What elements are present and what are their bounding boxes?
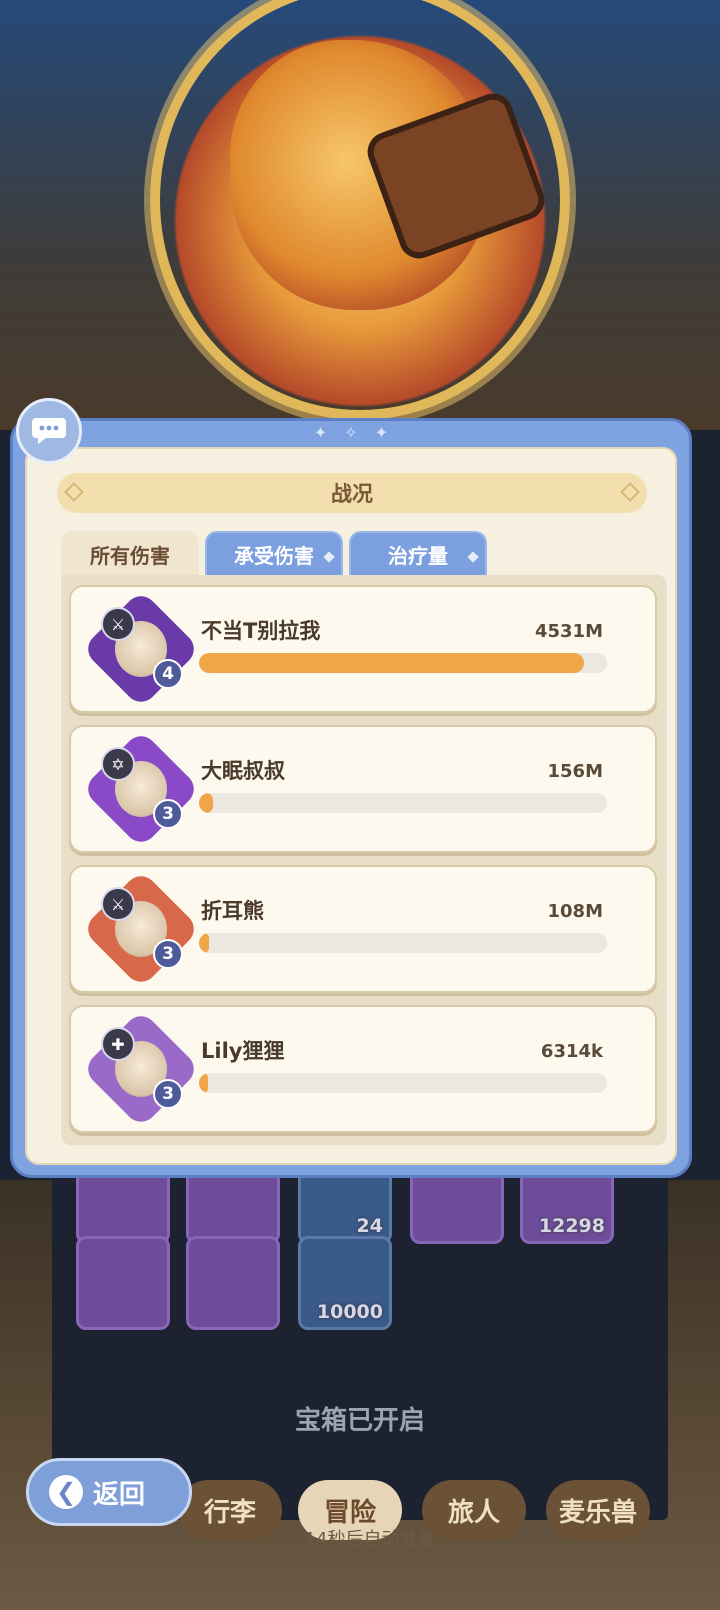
damage-bar-fill bbox=[199, 933, 209, 953]
back-button[interactable]: ❮ 返回 bbox=[26, 1458, 192, 1526]
damage-value: 4531M bbox=[534, 621, 603, 642]
item-count: 12298 bbox=[538, 1215, 605, 1237]
player-name: 不当T别拉我 bbox=[201, 619, 321, 643]
damage-value: 108M bbox=[547, 901, 604, 922]
player-name: 大眠叔叔 bbox=[201, 759, 285, 783]
level-badge: 3 bbox=[153, 799, 183, 829]
back-label: 返回 bbox=[93, 1479, 146, 1510]
auto-ready-hint: 14秒后自动准备 bbox=[304, 1529, 436, 1550]
panel-body: 战况 所有伤害 承受伤害 治疗量 ⚔ 4 不当T别拉我 4531M ✡ 3 大眠… bbox=[25, 447, 677, 1165]
player-avatar[interactable]: ⚔ 4 bbox=[81, 589, 201, 709]
damage-bar bbox=[199, 933, 607, 953]
reward-item-coin[interactable]: 10000 bbox=[298, 1236, 392, 1330]
chat-bubble-icon bbox=[32, 418, 66, 444]
item-count: 24 bbox=[356, 1215, 383, 1237]
diamond-icon bbox=[620, 482, 640, 502]
item-count: 10000 bbox=[316, 1301, 383, 1323]
panel-title: 战况 bbox=[331, 482, 373, 506]
stats-list: ⚔ 4 不当T别拉我 4531M ✡ 3 大眠叔叔 156M ⚔ 3 折耳熊 1… bbox=[61, 575, 667, 1145]
damage-value: 6314k bbox=[540, 1041, 603, 1062]
sword-icon: ⚔ bbox=[101, 607, 135, 641]
battle-stats-panel: ✦ ✧ ✦ 战况 所有伤害 承受伤害 治疗量 ⚔ 4 不当T别拉我 4531M … bbox=[10, 418, 692, 1178]
player-avatar[interactable]: ✡ 3 bbox=[81, 729, 201, 849]
level-badge: 3 bbox=[153, 939, 183, 969]
stats-row: ✡ 3 大眠叔叔 156M bbox=[69, 725, 657, 853]
stats-row: ⚔ 4 不当T别拉我 4531M bbox=[69, 585, 657, 713]
tab-label: 所有伤害 bbox=[90, 543, 170, 568]
tab-damage-taken[interactable]: 承受伤害 bbox=[205, 531, 343, 577]
sword-icon: ⚔ bbox=[101, 887, 135, 921]
chest-status-text: 宝箱已开启 bbox=[294, 1406, 425, 1436]
damage-bar bbox=[199, 793, 607, 813]
damage-bar-fill bbox=[199, 1073, 208, 1093]
back-arrow-icon: ❮ bbox=[49, 1475, 83, 1509]
reward-item-staff[interactable] bbox=[186, 1236, 280, 1330]
cross-icon: ✚ bbox=[101, 1027, 135, 1061]
level-badge: 4 bbox=[153, 659, 183, 689]
player-name: 折耳熊 bbox=[201, 899, 264, 923]
diamond-icon bbox=[323, 551, 335, 563]
player-name: Lily狸狸 bbox=[201, 1039, 285, 1063]
tab-healing[interactable]: 治疗量 bbox=[349, 531, 487, 577]
diamond-icon bbox=[64, 482, 84, 502]
player-avatar[interactable]: ⚔ 3 bbox=[81, 869, 201, 989]
damage-bar bbox=[199, 653, 607, 673]
damage-bar bbox=[199, 1073, 607, 1093]
damage-bar-fill bbox=[199, 793, 213, 813]
diamond-icon bbox=[467, 551, 479, 563]
star-shield-icon: ✡ bbox=[101, 747, 135, 781]
tab-all-damage[interactable]: 所有伤害 bbox=[61, 531, 199, 577]
panel-title-bar: 战况 bbox=[57, 473, 647, 513]
tab-label: 治疗量 bbox=[388, 543, 448, 568]
chat-button[interactable] bbox=[16, 398, 82, 464]
nav-luggage[interactable]: 行李 bbox=[178, 1480, 282, 1540]
damage-value: 156M bbox=[547, 761, 604, 782]
nav-pets[interactable]: 麦乐兽 bbox=[546, 1480, 650, 1540]
stats-row: ✚ 3 Lily狸狸 6314k bbox=[69, 1005, 657, 1133]
reward-item-necklace[interactable] bbox=[76, 1236, 170, 1330]
level-badge: 3 bbox=[153, 1079, 183, 1109]
panel-decoration: ✦ ✧ ✦ bbox=[313, 423, 395, 442]
stats-row: ⚔ 3 折耳熊 108M bbox=[69, 865, 657, 993]
player-avatar[interactable]: ✚ 3 bbox=[81, 1009, 201, 1129]
tab-label: 承受伤害 bbox=[234, 543, 314, 568]
damage-bar-fill bbox=[199, 653, 584, 673]
